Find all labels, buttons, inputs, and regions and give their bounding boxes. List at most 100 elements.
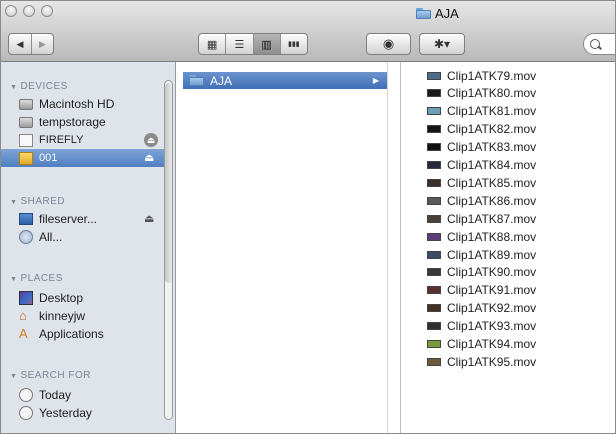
hard-drive-icon	[19, 98, 33, 110]
quicklook-button[interactable]: ◉	[366, 33, 411, 55]
sidebar-item-kinneyjw[interactable]: ⌂ kinneyjw	[1, 307, 164, 325]
sidebar-item-yesterday[interactable]: Yesterday	[1, 404, 164, 422]
file-row[interactable]: Clip1ATK80.mov	[427, 85, 536, 102]
list-view-button[interactable]: ☰	[226, 34, 254, 54]
sidebar-item-today[interactable]: Today	[1, 386, 164, 404]
sidebar: ▼ DEVICES Macintosh HD tempstorage FIREFL…	[1, 62, 176, 433]
file-row[interactable]: Clip1ATK93.mov	[427, 318, 536, 335]
movie-thumbnail-icon	[427, 214, 441, 223]
file-row[interactable]: Clip1ATK95.mov	[427, 353, 536, 370]
sidebar-item-001[interactable]: 001	[1, 149, 164, 167]
movie-thumbnail-icon	[427, 286, 441, 295]
view-mode-selector: ▦ ☰ ▥ ▮▮▮	[198, 33, 308, 55]
sidebar-item-firefly[interactable]: FIREFLY	[1, 131, 164, 149]
movie-thumbnail-icon	[427, 143, 441, 152]
movie-thumbnail-icon	[427, 322, 441, 331]
file-name: Clip1ATK81.mov	[447, 104, 537, 119]
server-icon	[19, 213, 33, 225]
movie-thumbnail-icon	[427, 196, 441, 205]
browser-column-2: Clip1ATK79.mov Clip1ATK80.mov Clip1ATK81.m…	[402, 62, 615, 433]
zoom-window-button[interactable]	[41, 5, 53, 17]
sidebar-item-tempstorage[interactable]: tempstorage	[1, 113, 164, 131]
disk-icon	[19, 133, 33, 147]
file-row[interactable]: Clip1ATK83.mov	[427, 139, 536, 156]
file-row[interactable]: Clip1ATK81.mov	[427, 103, 536, 120]
icon-view-button[interactable]: ▦	[199, 34, 227, 54]
action-menu-button[interactable]: ✱▾	[419, 33, 465, 55]
file-row[interactable]: Clip1ATK79.mov	[427, 67, 536, 84]
file-row[interactable]: Clip1ATK91.mov	[427, 282, 536, 299]
file-row[interactable]: Clip1ATK82.mov	[427, 121, 536, 138]
eject-firefly-button[interactable]: ⏏	[144, 133, 158, 147]
column-view-icon: ▥	[261, 38, 272, 51]
movie-thumbnail-icon	[427, 89, 441, 98]
search-field[interactable]	[583, 33, 615, 55]
close-window-button[interactable]	[5, 5, 17, 17]
sidebar-scrollbar[interactable]	[164, 80, 173, 420]
gear-icon: ✱▾	[433, 37, 451, 51]
column-view-button[interactable]: ▥	[253, 34, 281, 54]
file-name: Clip1ATK85.mov	[447, 175, 537, 190]
file-name: Clip1ATK91.mov	[447, 283, 537, 298]
sidebar-header-devices[interactable]: ▼ DEVICES	[10, 81, 68, 92]
column-divider[interactable]	[387, 62, 388, 433]
file-name: Clip1ATK89.mov	[447, 247, 537, 262]
forward-button[interactable]: ▶	[32, 34, 53, 54]
movie-thumbnail-icon	[427, 161, 441, 169]
file-row[interactable]: Clip1ATK88.mov	[427, 228, 536, 245]
window-title-text: AJA	[435, 5, 459, 21]
desktop-icon	[19, 291, 33, 305]
coverflow-view-button[interactable]: ▮▮▮	[281, 34, 307, 54]
file-row[interactable]: Clip1ATK85.mov	[427, 174, 536, 191]
minimize-window-button[interactable]	[23, 5, 35, 17]
back-arrow-icon: ◀	[16, 38, 24, 49]
file-name: Clip1ATK95.mov	[447, 354, 537, 369]
sidebar-header-places[interactable]: ▼ PLACES	[10, 273, 63, 284]
column-item-aja[interactable]: AJA ▶	[183, 72, 387, 89]
sidebar-item-fileserver[interactable]: fileserver...	[1, 210, 164, 228]
sidebar-item-macintosh-hd[interactable]: Macintosh HD	[1, 95, 164, 113]
movie-thumbnail-icon	[427, 232, 441, 241]
file-row[interactable]: Clip1ATK86.mov	[427, 192, 536, 209]
file-row[interactable]: Clip1ATK89.mov	[427, 246, 536, 263]
file-name: Clip1ATK94.mov	[447, 337, 537, 351]
movie-thumbnail-icon	[427, 340, 441, 348]
home-icon: ⌂	[19, 308, 27, 323]
hard-drive-icon	[19, 116, 33, 128]
back-button[interactable]: ◀	[9, 34, 32, 54]
file-name: Clip1ATK92.mov	[447, 301, 537, 316]
folder-icon	[416, 7, 431, 19]
browser-column-1: AJA ▶	[177, 62, 401, 433]
network-icon	[19, 230, 33, 244]
file-name: Clip1ATK88.mov	[447, 229, 537, 244]
folder-icon	[189, 75, 204, 86]
disclosure-arrow-icon: ▶	[372, 76, 379, 85]
file-row[interactable]: Clip1ATK94.mov	[427, 336, 536, 353]
icon-view-icon: ▦	[206, 38, 218, 51]
sidebar-scroll-thumb[interactable]	[165, 83, 172, 283]
eject-fileserver-button[interactable]: ⏏	[144, 212, 154, 225]
movie-thumbnail-icon	[427, 125, 441, 134]
search-icon	[590, 39, 602, 50]
nav-buttons: ◀ ▶	[8, 33, 54, 55]
file-name: Clip1ATK84.mov	[447, 158, 537, 172]
volume-icon	[19, 151, 33, 165]
file-name: Clip1ATK83.mov	[447, 140, 537, 155]
eye-icon: ◉	[382, 36, 395, 51]
eject-001-button[interactable]: ⏏	[144, 151, 154, 164]
movie-thumbnail-icon	[427, 304, 441, 313]
sidebar-header-shared[interactable]: ▼ SHARED	[10, 196, 65, 207]
file-row[interactable]: Clip1ATK84.mov	[427, 157, 536, 174]
sidebar-item-desktop[interactable]: Desktop	[1, 289, 164, 307]
forward-arrow-icon: ▶	[39, 38, 46, 49]
file-row[interactable]: Clip1ATK92.mov	[427, 300, 536, 317]
sidebar-item-all[interactable]: All...	[1, 228, 164, 246]
clock-icon	[19, 406, 33, 420]
movie-thumbnail-icon	[427, 178, 441, 187]
file-row[interactable]: Clip1ATK87.mov	[427, 210, 536, 227]
file-row[interactable]: Clip1ATK90.mov	[427, 264, 536, 281]
file-name: Clip1ATK87.mov	[447, 211, 537, 226]
sidebar-header-search-for[interactable]: ▼ SEARCH FOR	[10, 370, 91, 381]
sidebar-item-applications[interactable]: A Applications	[1, 325, 164, 343]
coverflow-view-icon: ▮▮▮	[288, 41, 300, 48]
